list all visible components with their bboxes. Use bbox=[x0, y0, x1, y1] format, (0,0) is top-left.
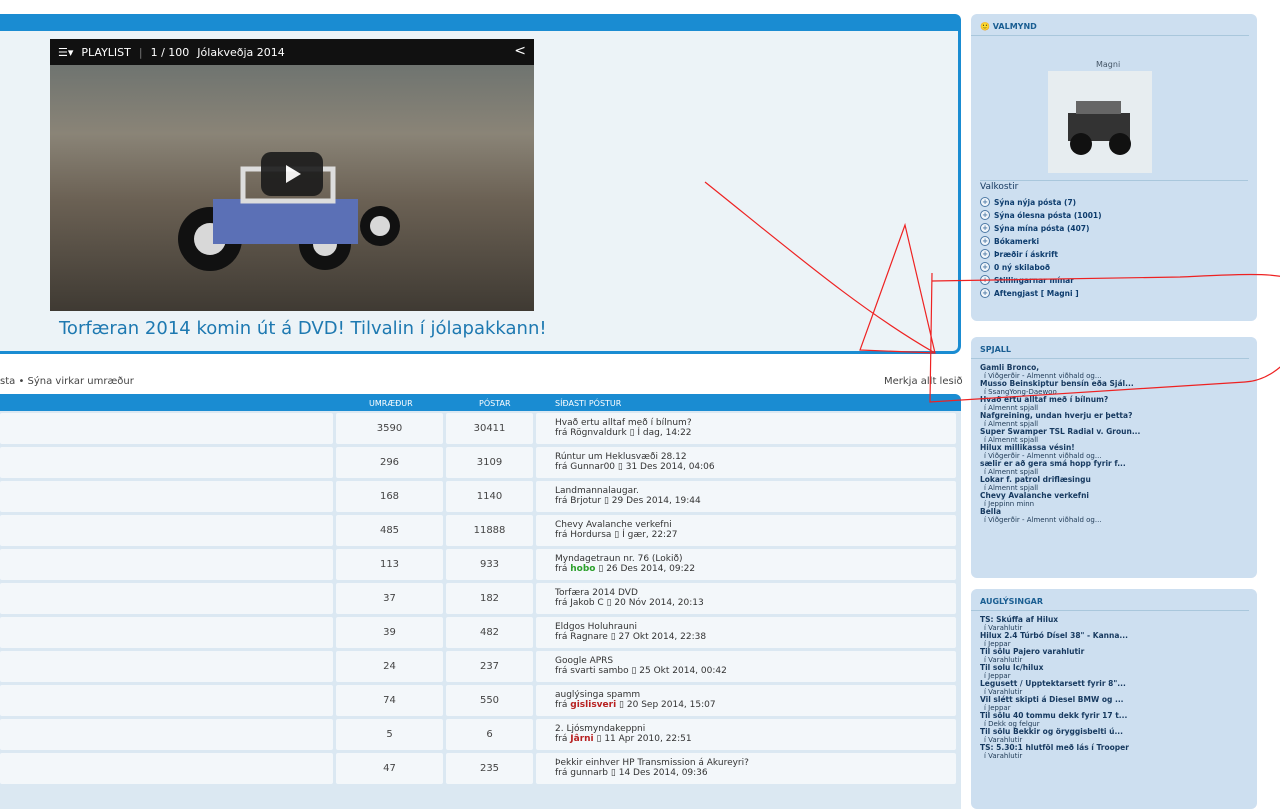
annotation-red-arrow bbox=[704, 181, 1280, 403]
